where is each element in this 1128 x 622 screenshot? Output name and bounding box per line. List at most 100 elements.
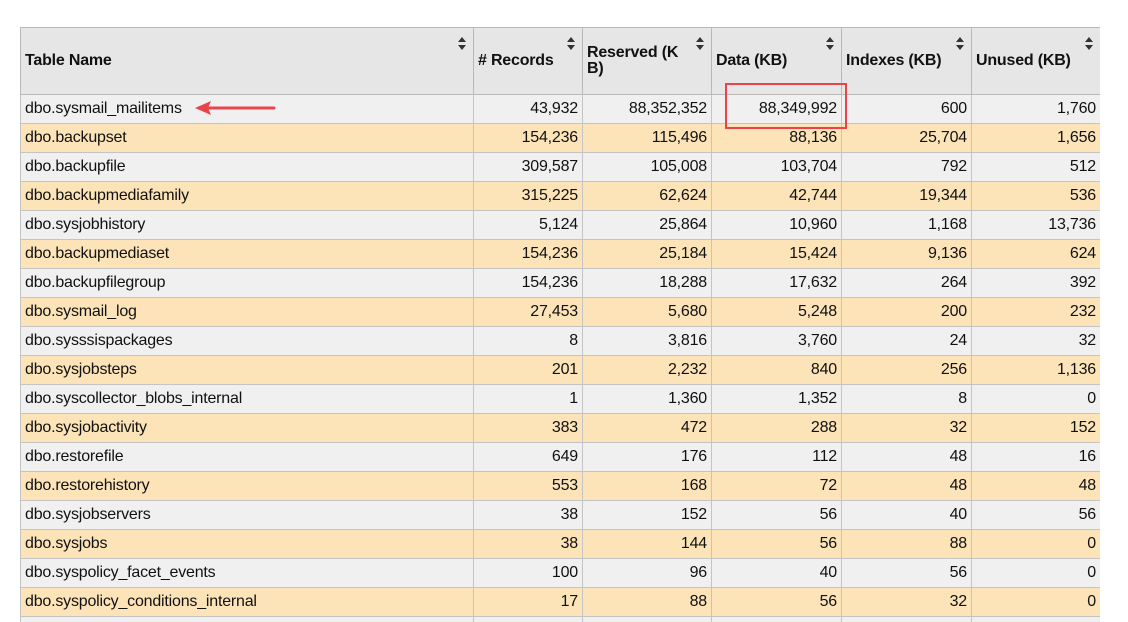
cell-data: 17,632 — [711, 268, 842, 298]
cell-unused: 16 — [971, 442, 1100, 472]
cell-data: 56 — [711, 529, 842, 559]
table-row[interactable]: dbo.sysssispackages 8 3,816 3,760 24 32 — [20, 326, 1100, 356]
cell-reserved: 176 — [582, 442, 712, 472]
table-row[interactable]: dbo.sysjobhistory 5,124 25,864 10,960 1,168 1… — [20, 210, 1100, 240]
sort-icon[interactable] — [458, 36, 466, 52]
column-header-label: Indexes (KB) — [846, 52, 942, 69]
cell-table-name: dbo.backupfile — [20, 152, 474, 182]
table-row[interactable]: dbo.syspolicy_conditions_internal 17 88 56 3… — [20, 587, 1100, 617]
cell-indexes: 48 — [841, 442, 972, 472]
cell-indexes: 56 — [841, 558, 972, 588]
column-header-records[interactable]: # Records — [473, 27, 583, 95]
cell-reserved: 96 — [582, 558, 712, 588]
cell-reserved: 25,184 — [582, 239, 712, 269]
cell-table-name: dbo.backupset — [20, 123, 474, 153]
table-row[interactable]: dbo.backupfilegroup 154,236 18,288 17,632 26… — [20, 268, 1100, 298]
cell-reserved: 88,352,352 — [582, 94, 712, 124]
cell-reserved: 168 — [582, 471, 712, 501]
cell-table-name: dbo.sysjobsteps — [20, 355, 474, 385]
table-row[interactable]: dbo.sysmail_mailitems 43,932 88,352,352 88,… — [20, 94, 1100, 124]
cell-records: 154,236 — [473, 239, 583, 269]
table-row[interactable]: dbo.sysjobservers 38 152 56 40 56 — [20, 500, 1100, 530]
table-row[interactable]: dbo.sysjobactivity 383 472 288 32 152 — [20, 413, 1100, 443]
cell-records: 17 — [473, 587, 583, 617]
cell-unused: 32 — [971, 326, 1100, 356]
column-header-table-name[interactable]: Table Name — [20, 27, 474, 95]
cell-records: 100 — [473, 558, 583, 588]
table-row[interactable]: dbo.backupmediafamily 315,225 62,624 42,744… — [20, 181, 1100, 211]
cell-unused: 624 — [971, 239, 1100, 269]
cell-table-name: dbo.sysjobhistory — [20, 210, 474, 240]
table-row[interactable]: dbo.syscollector_collection_items_intern… — [20, 616, 1100, 622]
table-row[interactable]: dbo.sysjobs 38 144 56 88 0 — [20, 529, 1100, 559]
column-header-label: Reserved (KB) — [587, 44, 679, 77]
cell-reserved: 144 — [582, 529, 712, 559]
sort-icon[interactable] — [567, 36, 575, 52]
cell-unused: 0 — [971, 587, 1100, 617]
sort-icon[interactable] — [696, 36, 704, 52]
column-header-unused[interactable]: Unused (KB) — [971, 27, 1100, 95]
cell-indexes: 24 — [841, 326, 972, 356]
cell-unused: 0 — [971, 616, 1100, 622]
table-row[interactable]: dbo.syscollector_blobs_internal 1 1,360 1,3… — [20, 384, 1100, 414]
cell-data: 288 — [711, 413, 842, 443]
cell-data: 42,744 — [711, 181, 842, 211]
cell-unused: 392 — [971, 268, 1100, 298]
cell-data: 840 — [711, 355, 842, 385]
table-row[interactable]: dbo.sysjobsteps 201 2,232 840 256 1,136 — [20, 355, 1100, 385]
cell-table-name: dbo.sysssispackages — [20, 326, 474, 356]
cell-reserved: 62,624 — [582, 181, 712, 211]
cell-indexes: 32 — [841, 616, 972, 622]
column-header-reserved[interactable]: Reserved (KB) — [582, 27, 712, 95]
cell-reserved: 152 — [582, 500, 712, 530]
cell-data: 112 — [711, 442, 842, 472]
cell-table-name: dbo.sysjobactivity — [20, 413, 474, 443]
cell-data: 15,424 — [711, 239, 842, 269]
cell-records: 1 — [473, 384, 583, 414]
cell-data: 88,349,992 — [711, 94, 842, 124]
table-row[interactable]: dbo.backupfile 309,587 105,008 103,704 792 51… — [20, 152, 1100, 182]
cell-indexes: 264 — [841, 268, 972, 298]
cell-unused: 512 — [971, 152, 1100, 182]
table-row[interactable]: dbo.restorehistory 553 168 72 48 48 — [20, 471, 1100, 501]
cell-records: 383 — [473, 413, 583, 443]
cell-records: 27,453 — [473, 297, 583, 327]
cell-indexes: 600 — [841, 94, 972, 124]
column-header-data[interactable]: Data (KB) — [711, 27, 842, 95]
cell-unused: 1,760 — [971, 94, 1100, 124]
sort-icon[interactable] — [826, 36, 834, 52]
table-usage-grid: Table Name # Records Reserved (KB) Data … — [20, 27, 1100, 622]
cell-data: 3,760 — [711, 326, 842, 356]
cell-table-name: dbo.sysmail_log — [20, 297, 474, 327]
cell-reserved: 115,496 — [582, 123, 712, 153]
cell-unused: 13,736 — [971, 210, 1100, 240]
column-header-label: Table Name — [25, 52, 112, 69]
cell-table-name: dbo.sysjobs — [20, 529, 474, 559]
cell-indexes: 200 — [841, 297, 972, 327]
table-row[interactable]: dbo.backupmediaset 154,236 25,184 15,424 9,1… — [20, 239, 1100, 269]
cell-reserved: 5,680 — [582, 297, 712, 327]
cell-data: 1,352 — [711, 384, 842, 414]
sort-icon[interactable] — [1085, 36, 1093, 52]
cell-indexes: 9,136 — [841, 239, 972, 269]
column-header-label: # Records — [478, 52, 554, 69]
cell-unused: 1,656 — [971, 123, 1100, 153]
table-row[interactable]: dbo.restorefile 649 176 112 48 16 — [20, 442, 1100, 472]
table-row[interactable]: dbo.backupset 154,236 115,496 88,136 25,704 1… — [20, 123, 1100, 153]
cell-records: 154,236 — [473, 268, 583, 298]
cell-indexes: 25,704 — [841, 123, 972, 153]
column-header-indexes[interactable]: Indexes (KB) — [841, 27, 972, 95]
table-row[interactable]: dbo.sysmail_log 27,453 5,680 5,248 200 232 — [20, 297, 1100, 327]
cell-reserved: 88 — [582, 587, 712, 617]
cell-unused: 232 — [971, 297, 1100, 327]
cell-table-name: dbo.backupfilegroup — [20, 268, 474, 298]
table-row[interactable]: dbo.syspolicy_facet_events 100 96 40 56 0 — [20, 558, 1100, 588]
cell-indexes: 40 — [841, 500, 972, 530]
cell-indexes: 88 — [841, 529, 972, 559]
cell-unused: 1,136 — [971, 355, 1100, 385]
sort-icon[interactable] — [956, 36, 964, 52]
cell-records: 309,587 — [473, 152, 583, 182]
cell-data: 5,248 — [711, 297, 842, 327]
cell-records: 38 — [473, 500, 583, 530]
cell-unused: 48 — [971, 471, 1100, 501]
